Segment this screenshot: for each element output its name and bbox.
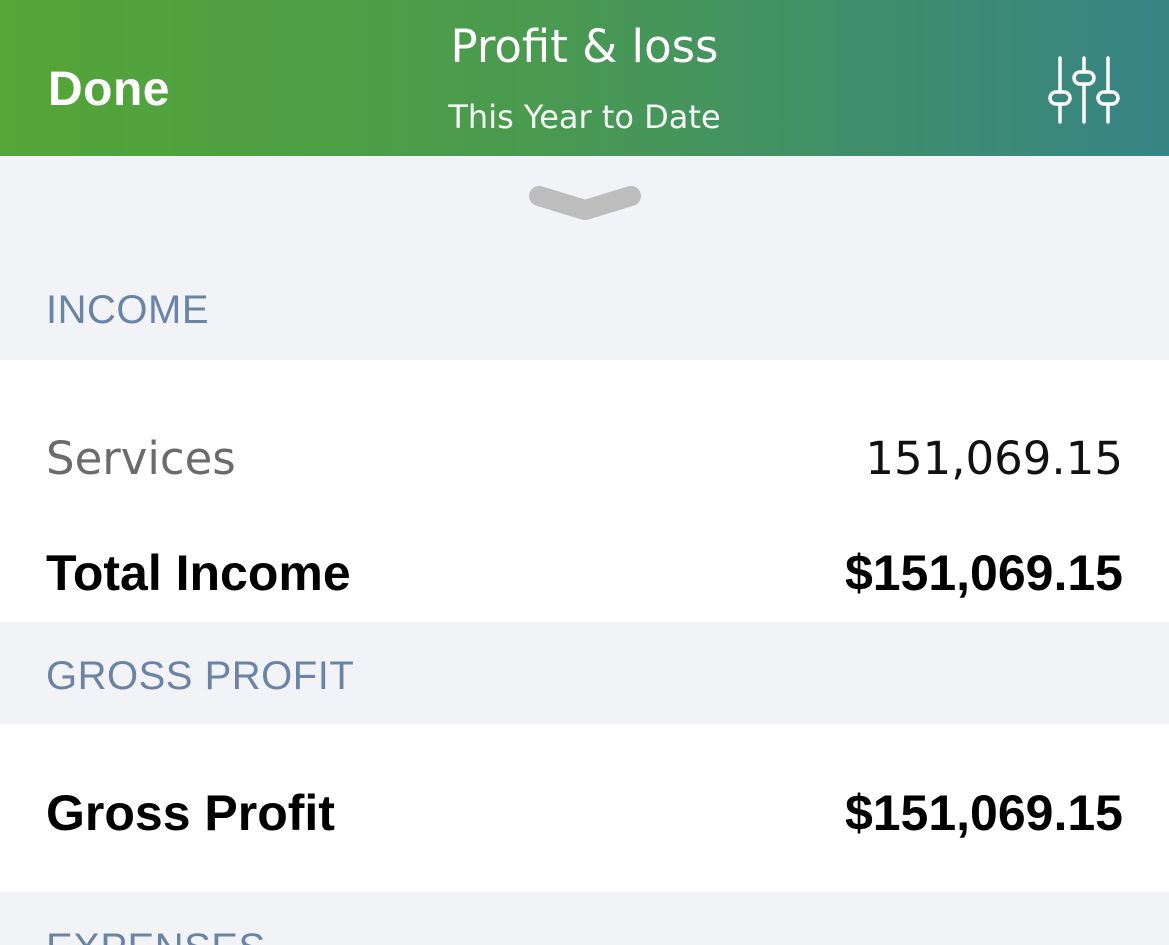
income-rows: Services 151,069.15 Total Income $151,06… — [0, 360, 1169, 622]
gross-profit-row[interactable]: Gross Profit $151,069.15 — [0, 784, 1169, 844]
collapse-button[interactable] — [529, 184, 641, 224]
income-row-services[interactable]: Services 151,069.15 — [0, 432, 1169, 492]
total-income-value: $151,069.15 — [844, 545, 1123, 601]
row-value: 151,069.15 — [865, 432, 1123, 485]
gross-profit-label: Gross Profit — [46, 785, 335, 841]
expenses-section-header: EXPENSES — [0, 892, 1169, 945]
total-income-label: Total Income — [46, 545, 351, 601]
nav-header: Done Profit & loss This Year to Date — [0, 0, 1169, 156]
income-section-label: INCOME — [46, 288, 209, 332]
expenses-section-label: EXPENSES — [46, 926, 266, 945]
collapse-handle-area — [0, 156, 1169, 236]
income-section-header: INCOME — [0, 236, 1169, 360]
page-title: Profit & loss — [450, 20, 719, 73]
gross-profit-section-header: GROSS PROFIT — [0, 622, 1169, 724]
gross-profit-rows: Gross Profit $151,069.15 — [0, 724, 1169, 892]
date-range-subtitle[interactable]: This Year to Date — [0, 98, 1169, 136]
customize-report-button[interactable] — [1046, 54, 1122, 126]
sliders-icon — [1048, 56, 1120, 124]
gross-profit-value: $151,069.15 — [844, 785, 1123, 841]
total-income-row[interactable]: Total Income $151,069.15 — [0, 544, 1169, 604]
gross-profit-section-label: GROSS PROFIT — [46, 654, 355, 698]
chevron-down-icon — [529, 186, 641, 220]
row-name: Services — [46, 432, 236, 485]
